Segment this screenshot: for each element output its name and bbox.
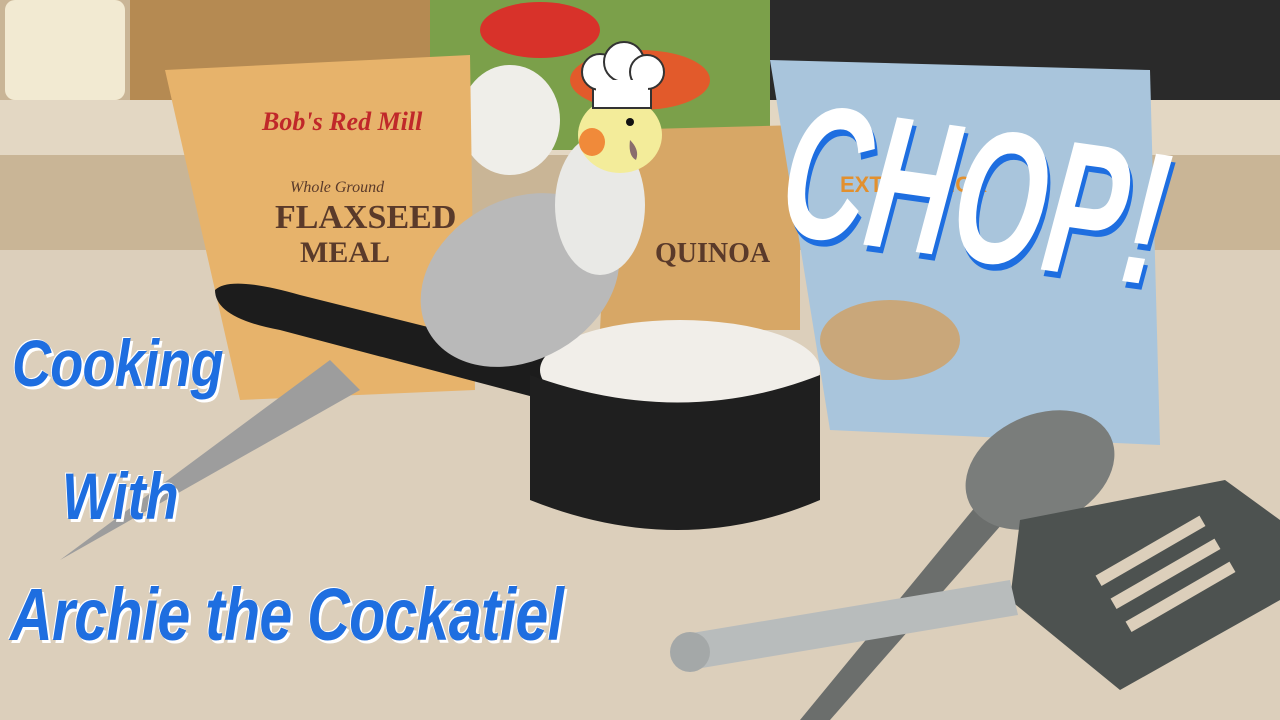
- flaxseed-label-2: MEAL: [300, 236, 390, 269]
- flaxseed-label: FLAXSEED: [275, 199, 456, 236]
- cockatoo-poster-image: [460, 65, 560, 175]
- title-line-archie: Archie the Cockatiel: [10, 573, 564, 656]
- thumbnail-scene: FLAXSEED MEAL Bob's Red Mill Whole Groun…: [0, 0, 1280, 720]
- flax-brand-label: Bob's Red Mill: [261, 107, 423, 136]
- jar: [5, 0, 125, 100]
- title-line-cooking: Cooking: [12, 326, 224, 400]
- flax-subtitle: Whole Ground: [290, 179, 385, 196]
- title-line-with: With: [62, 459, 179, 533]
- quinoa-label: QUINOA: [655, 238, 771, 269]
- cheek-patch: [579, 128, 605, 156]
